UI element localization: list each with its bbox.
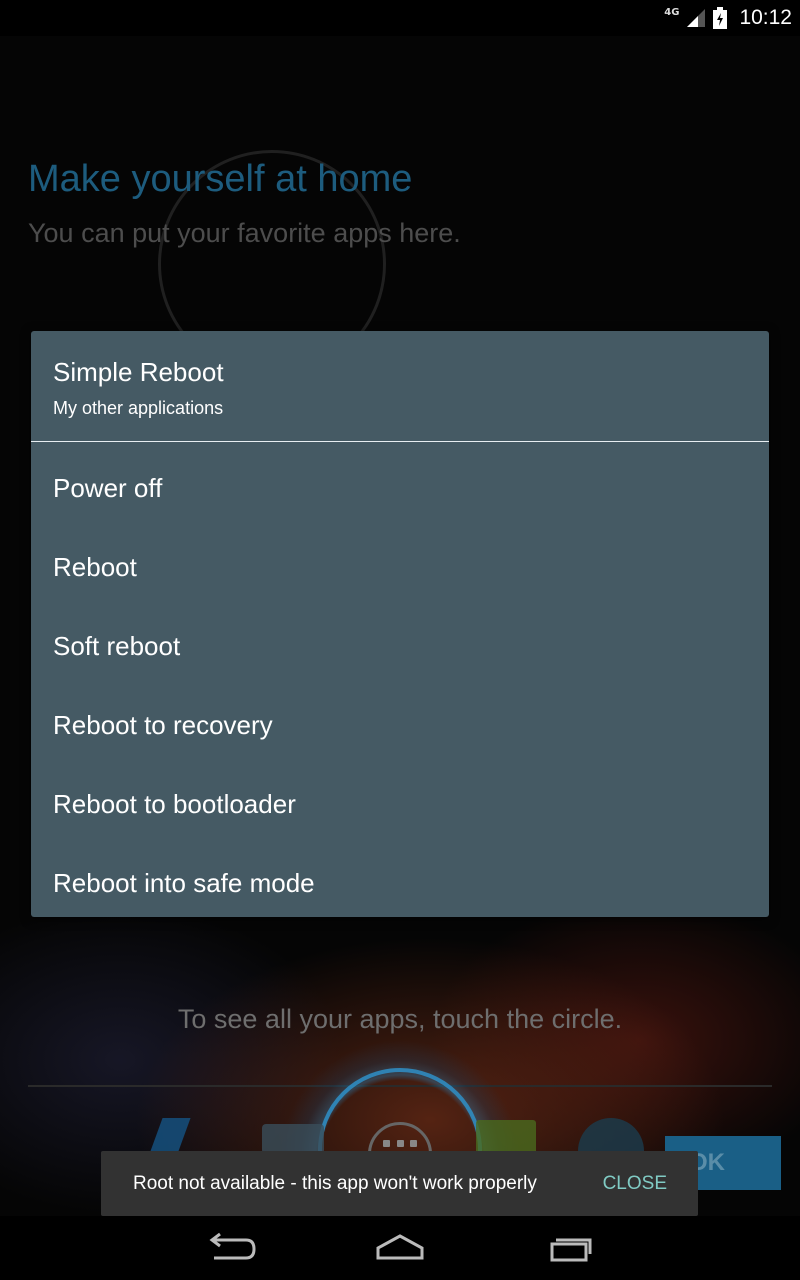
cling-hint: To see all your apps, touch the circle. — [177, 1004, 623, 1034]
google-search-ghost — [40, 52, 170, 92]
menu-item-reboot-bootloader[interactable]: Reboot to bootloader — [31, 765, 769, 844]
menu-item-reboot-recovery[interactable]: Reboot to recovery — [31, 686, 769, 765]
snackbar-message: Root not available - this app won't work… — [133, 1172, 537, 1194]
home-icon[interactable] — [370, 1228, 430, 1268]
status-clock: 10:12 — [739, 6, 792, 29]
dock-app-icon — [262, 1124, 324, 1154]
menu-item-reboot[interactable]: Reboot — [31, 528, 769, 607]
snackbar-close-button[interactable]: CLOSE — [603, 1173, 667, 1195]
dock-app-icon — [476, 1120, 536, 1154]
root-warning-snackbar: Root not available - this app won't work… — [101, 1151, 698, 1216]
signal-icon — [687, 9, 706, 27]
dialog-subtitle-link[interactable]: My other applications — [53, 398, 223, 419]
menu-item-power-off[interactable]: Power off — [31, 449, 769, 528]
menu-item-reboot-safe-mode[interactable]: Reboot into safe mode — [31, 844, 769, 923]
dock-app-icon — [149, 1118, 191, 1154]
status-icons: 4G 10:12 — [664, 4, 792, 32]
menu-item-soft-reboot[interactable]: Soft reboot — [31, 607, 769, 686]
dialog-header: Simple Reboot My other applications — [31, 331, 769, 441]
recents-icon[interactable] — [540, 1228, 600, 1268]
network-type: 4G — [664, 6, 680, 18]
back-icon[interactable] — [200, 1228, 260, 1268]
dialog-title: Simple Reboot — [53, 357, 224, 387]
cling-title: Make yourself at home — [28, 158, 413, 200]
cling-subtitle: You can put your favorite apps here. — [28, 218, 461, 248]
reboot-options-list: Power off Reboot Soft reboot Reboot to r… — [31, 442, 769, 923]
status-bar: 4G 10:12 — [0, 0, 800, 36]
battery-icon — [713, 7, 728, 29]
navigation-bar — [0, 1216, 800, 1280]
reboot-options-dialog: Simple Reboot My other applications Powe… — [31, 331, 769, 917]
